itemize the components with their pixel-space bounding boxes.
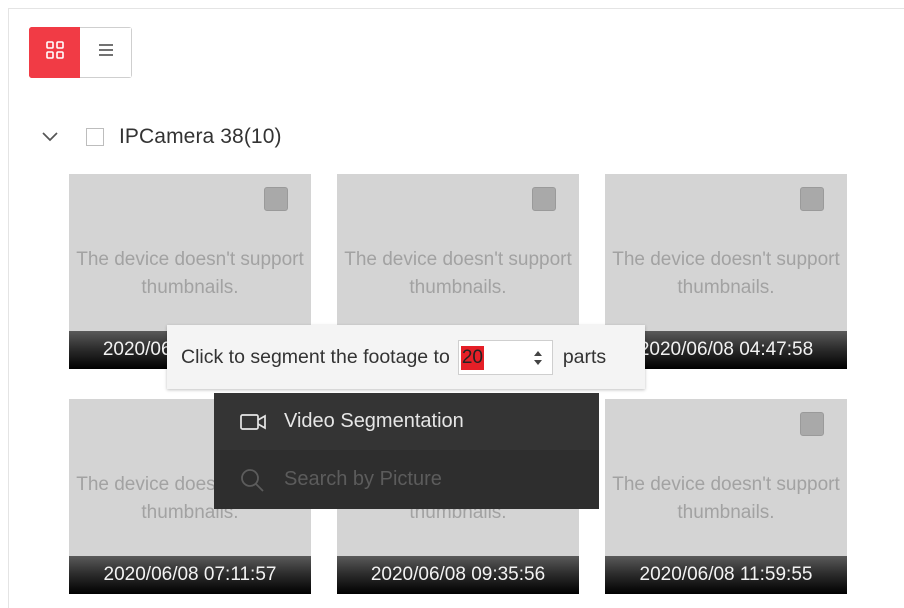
- context-menu: Video Segmentation Search by Picture: [214, 393, 599, 509]
- thumbnail-checkbox[interactable]: [532, 187, 556, 211]
- thumbnail-timestamp: 2020/06/08 11:59:55: [605, 556, 847, 594]
- thumbnail-card[interactable]: The device doesn't support thumbnails. 2…: [605, 399, 847, 594]
- search-icon: [240, 468, 272, 492]
- grid-icon: [45, 41, 64, 64]
- camera-group-header: IPCamera 38(10): [40, 120, 282, 154]
- grid-view-button[interactable]: [29, 27, 80, 78]
- segment-count-stepper[interactable]: 20: [457, 339, 553, 375]
- segmentation-prefix: Click to segment the footage to: [181, 345, 450, 368]
- spinner-icon[interactable]: [532, 346, 544, 370]
- list-icon: [98, 43, 114, 62]
- segment-count-value[interactable]: 20: [460, 345, 484, 370]
- list-view-button[interactable]: [80, 27, 132, 78]
- segmentation-suffix: parts: [562, 345, 607, 368]
- thumbnail-message: The device doesn't support thumbnails.: [612, 249, 840, 298]
- thumbnail-message: The device doesn't support thumbnails.: [612, 474, 840, 523]
- group-checkbox[interactable]: [86, 128, 104, 146]
- thumbnail-timestamp: 2020/06/08 09:35:56: [337, 556, 579, 594]
- thumbnail-timestamp: 2020/06/08 07:11:57: [69, 556, 311, 594]
- group-title: IPCamera 38(10): [119, 125, 282, 148]
- thumbnail-message: The device doesn't support thumbnails.: [76, 249, 304, 298]
- view-toggle: [29, 27, 132, 78]
- menu-item-search-by-picture: Search by Picture: [214, 450, 599, 509]
- thumbnail-checkbox[interactable]: [264, 187, 288, 211]
- video-camera-icon: [240, 410, 272, 434]
- menu-item-video-segmentation[interactable]: Video Segmentation: [214, 393, 599, 450]
- segmentation-tooltip: Click to segment the footage to 20 parts: [167, 325, 645, 389]
- thumbnail-checkbox[interactable]: [800, 412, 824, 436]
- thumbnail-checkbox[interactable]: [800, 187, 824, 211]
- thumbnail-message: The device doesn't support thumbnails.: [344, 249, 572, 298]
- menu-item-label: Video Segmentation: [284, 410, 464, 432]
- menu-item-label: Search by Picture: [284, 468, 442, 490]
- chevron-down-icon[interactable]: [40, 127, 60, 147]
